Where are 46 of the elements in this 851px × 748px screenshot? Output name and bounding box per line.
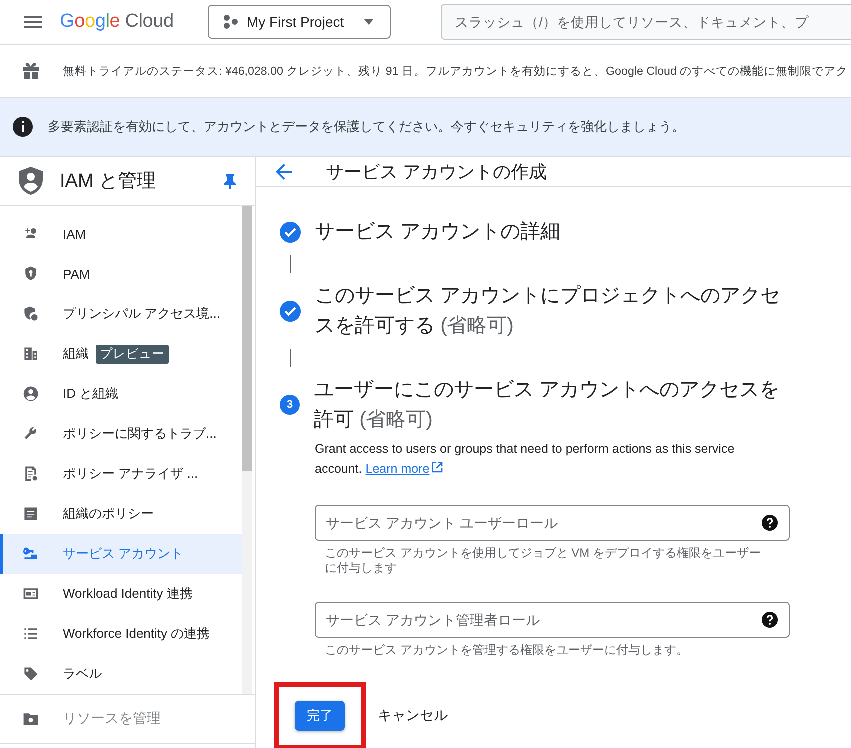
mfa-banner-text: 多要素認証を有効にして、アカウントとデータを保護してください。今すぐセキュリティを強化しましょう。 xyxy=(48,118,685,136)
step-title: サービス アカウントの詳細 xyxy=(315,220,561,245)
nav-icon xyxy=(22,505,40,523)
page-title: サービス アカウントの作成 xyxy=(326,160,548,184)
step-number: 3 xyxy=(280,395,300,415)
nav-icon xyxy=(22,305,40,323)
role-field[interactable]: サービス アカウント ユーザーロール xyxy=(315,505,790,541)
pin-icon[interactable] xyxy=(223,173,237,189)
sidebar-item[interactable]: ポリシーに関するトラブ... xyxy=(0,414,242,454)
sidebar-title: IAM と管理 xyxy=(60,170,158,194)
shield-person-icon xyxy=(18,166,44,196)
sidebar-item[interactable]: ID と組織 xyxy=(0,374,242,414)
preview-badge: プレビュー xyxy=(96,344,169,364)
sidebar-item[interactable]: 組織のポリシー xyxy=(0,494,242,534)
nav-icon xyxy=(22,665,40,683)
sidebar-item[interactable]: プリンシパル アクセス境... xyxy=(0,294,242,334)
field-hint: このサービス アカウントを使用してジョブと VM をデプロイする権限をユーザーに付与します xyxy=(324,545,762,576)
sidebar-item[interactable]: Workforce Identity の連携 xyxy=(0,614,242,654)
learn-more-link[interactable]: Learn more xyxy=(366,462,443,476)
sidebar-item[interactable]: Workload Identity 連携 xyxy=(0,574,242,614)
sidebar-item[interactable]: PAM xyxy=(0,254,242,294)
nav-icon xyxy=(22,345,40,363)
help-icon[interactable] xyxy=(762,515,778,531)
trial-status-text: 無料トライアルのステータス: ¥46,028.00 クレジット、残り 91 日。フルアカウントを有効にすると、Google Cloud のすべての機能に無制限でアク xyxy=(63,64,848,78)
dots-icon xyxy=(222,14,239,30)
sidebar-item[interactable]: 組織 プレビュー xyxy=(0,334,242,374)
external-link-icon xyxy=(432,462,443,473)
help-icon[interactable] xyxy=(762,612,778,628)
sidebar-item[interactable]: ポリシー アナライザ ... xyxy=(0,454,242,494)
cancel-button[interactable]: キャンセル xyxy=(378,707,448,725)
field-hint: このサービス アカウントを管理する権限をユーザーに付与します。 xyxy=(324,642,690,658)
scrollbar[interactable] xyxy=(242,206,252,694)
sidebar-item[interactable]: サービス アカウント xyxy=(0,534,242,574)
gift-icon xyxy=(21,61,41,81)
logo[interactable]: Google Cloud xyxy=(60,11,174,33)
step-description: Grant access to users or groups that need to perform actions as this service account. Learn more xyxy=(315,441,736,478)
info-icon xyxy=(12,116,34,138)
nav-icon xyxy=(22,385,40,403)
step-title: ユーザーにこのサービス アカウントへのアクセスを許可 (省略可) xyxy=(314,378,781,433)
done-button[interactable]: 完了 xyxy=(295,701,345,731)
step-title: このサービス アカウントにプロジェクトへのアクセスを許可する (省略可) xyxy=(315,284,782,339)
sidebar-item[interactable]: IAM xyxy=(0,214,242,254)
project-picker[interactable]: My First Project xyxy=(208,5,392,39)
sidebar-item[interactable]: ラベル xyxy=(0,654,242,694)
search-field[interactable]: スラッシュ（/）を使用してリソース、ドキュメント、プ xyxy=(441,4,851,40)
role-field[interactable]: サービス アカウント管理者ロール xyxy=(315,602,790,638)
